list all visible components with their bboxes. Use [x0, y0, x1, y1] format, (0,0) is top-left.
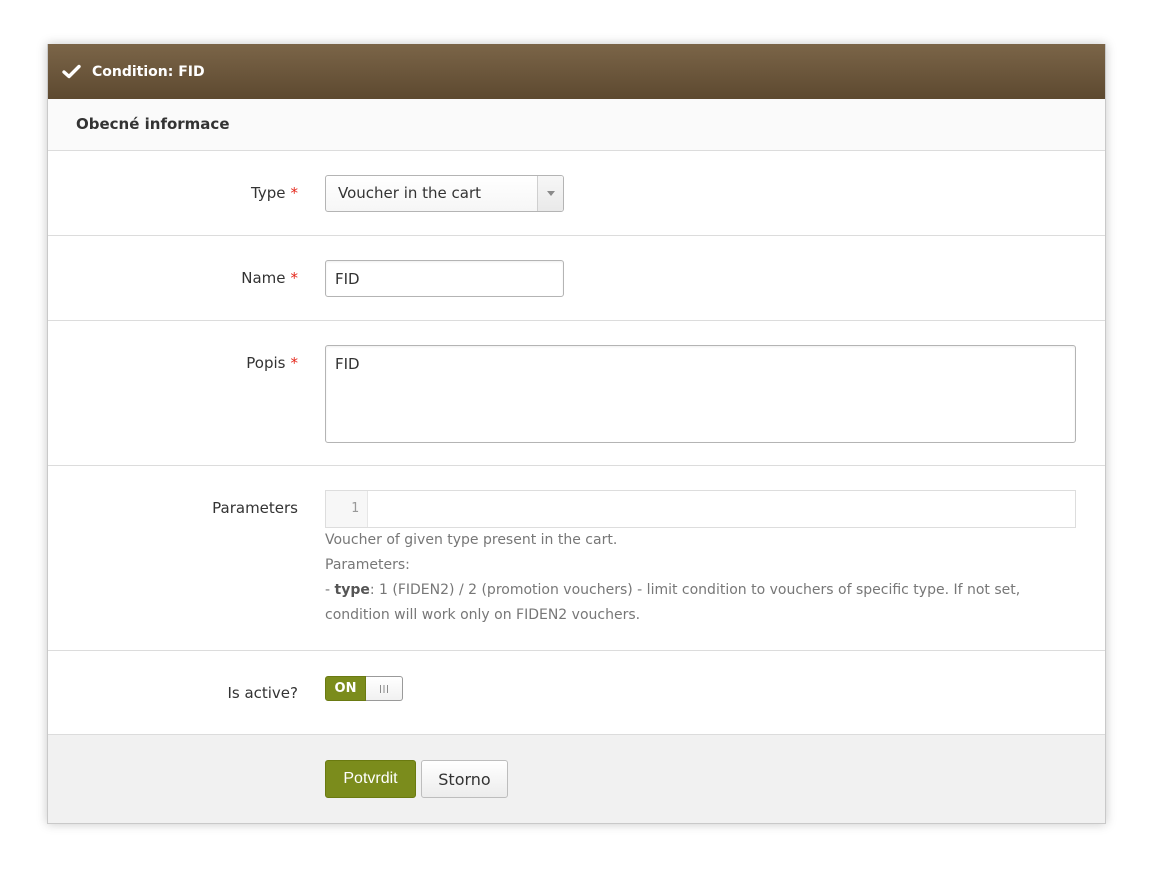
editor-content[interactable] — [368, 491, 1075, 527]
form-row-is-active: Is active? ON — [48, 651, 1105, 735]
form-row-type: Type * Voucher in the cart — [48, 151, 1105, 236]
editor-line-number: 1 — [326, 491, 368, 527]
type-label-text: Type — [251, 184, 286, 202]
section-header: Obecné informace — [48, 99, 1105, 151]
help-heading: Parameters: — [325, 557, 410, 573]
condition-panel: Condition: FID Obecné informace Type * Vo… — [47, 44, 1106, 824]
is-active-toggle[interactable]: ON — [325, 676, 403, 701]
toggle-grip-icon[interactable] — [366, 676, 403, 701]
submit-button[interactable]: Potvrdit — [325, 760, 416, 798]
popis-textarea[interactable]: FID — [325, 345, 1076, 443]
help-item: - type: 1 (FIDEN2) / 2 (promotion vouche… — [325, 578, 1076, 628]
help-intro: Voucher of given type present in the car… — [325, 532, 618, 548]
help-item-desc: : 1 (FIDEN2) / 2 (promotion vouchers) - … — [325, 582, 1021, 623]
panel-header: Condition: FID — [48, 44, 1105, 99]
name-input[interactable] — [325, 260, 564, 297]
popis-control: FID — [325, 345, 1076, 443]
name-label: Name * — [48, 260, 298, 297]
form-actions: Potvrdit Storno — [48, 735, 1105, 823]
popis-label: Popis * — [48, 345, 298, 382]
is-active-control: ON — [325, 675, 1076, 701]
type-label: Type * — [48, 175, 298, 212]
is-active-label-text: Is active? — [227, 684, 298, 702]
parameters-help: Voucher of given type present in the car… — [325, 528, 1076, 628]
panel-title: Condition: FID — [92, 63, 205, 80]
form-row-parameters: Parameters 1 Voucher of given type prese… — [48, 466, 1105, 651]
type-select[interactable]: Voucher in the cart — [325, 175, 564, 212]
parameters-label-text: Parameters — [212, 499, 298, 517]
help-item-prefix: - — [325, 582, 335, 598]
type-control: Voucher in the cart — [325, 175, 1076, 212]
is-active-label: Is active? — [48, 675, 298, 712]
parameters-label: Parameters — [48, 490, 298, 527]
toggle-on-label: ON — [325, 676, 366, 701]
required-marker: * — [290, 184, 299, 202]
form-row-popis: Popis * FID — [48, 321, 1105, 466]
popis-label-text: Popis — [246, 354, 286, 372]
section-title: Obecné informace — [76, 115, 230, 133]
required-marker: * — [290, 354, 299, 372]
cancel-button[interactable]: Storno — [421, 760, 508, 798]
name-control — [325, 260, 1076, 297]
name-label-text: Name — [241, 269, 286, 287]
check-icon — [62, 64, 81, 79]
parameters-code-editor[interactable]: 1 — [325, 490, 1076, 528]
type-select-value: Voucher in the cart — [338, 184, 482, 202]
help-item-name: type — [334, 582, 370, 598]
form-row-name: Name * — [48, 236, 1105, 321]
chevron-down-icon[interactable] — [537, 176, 563, 211]
parameters-control: 1 Voucher of given type present in the c… — [325, 490, 1076, 628]
required-marker: * — [290, 269, 299, 287]
